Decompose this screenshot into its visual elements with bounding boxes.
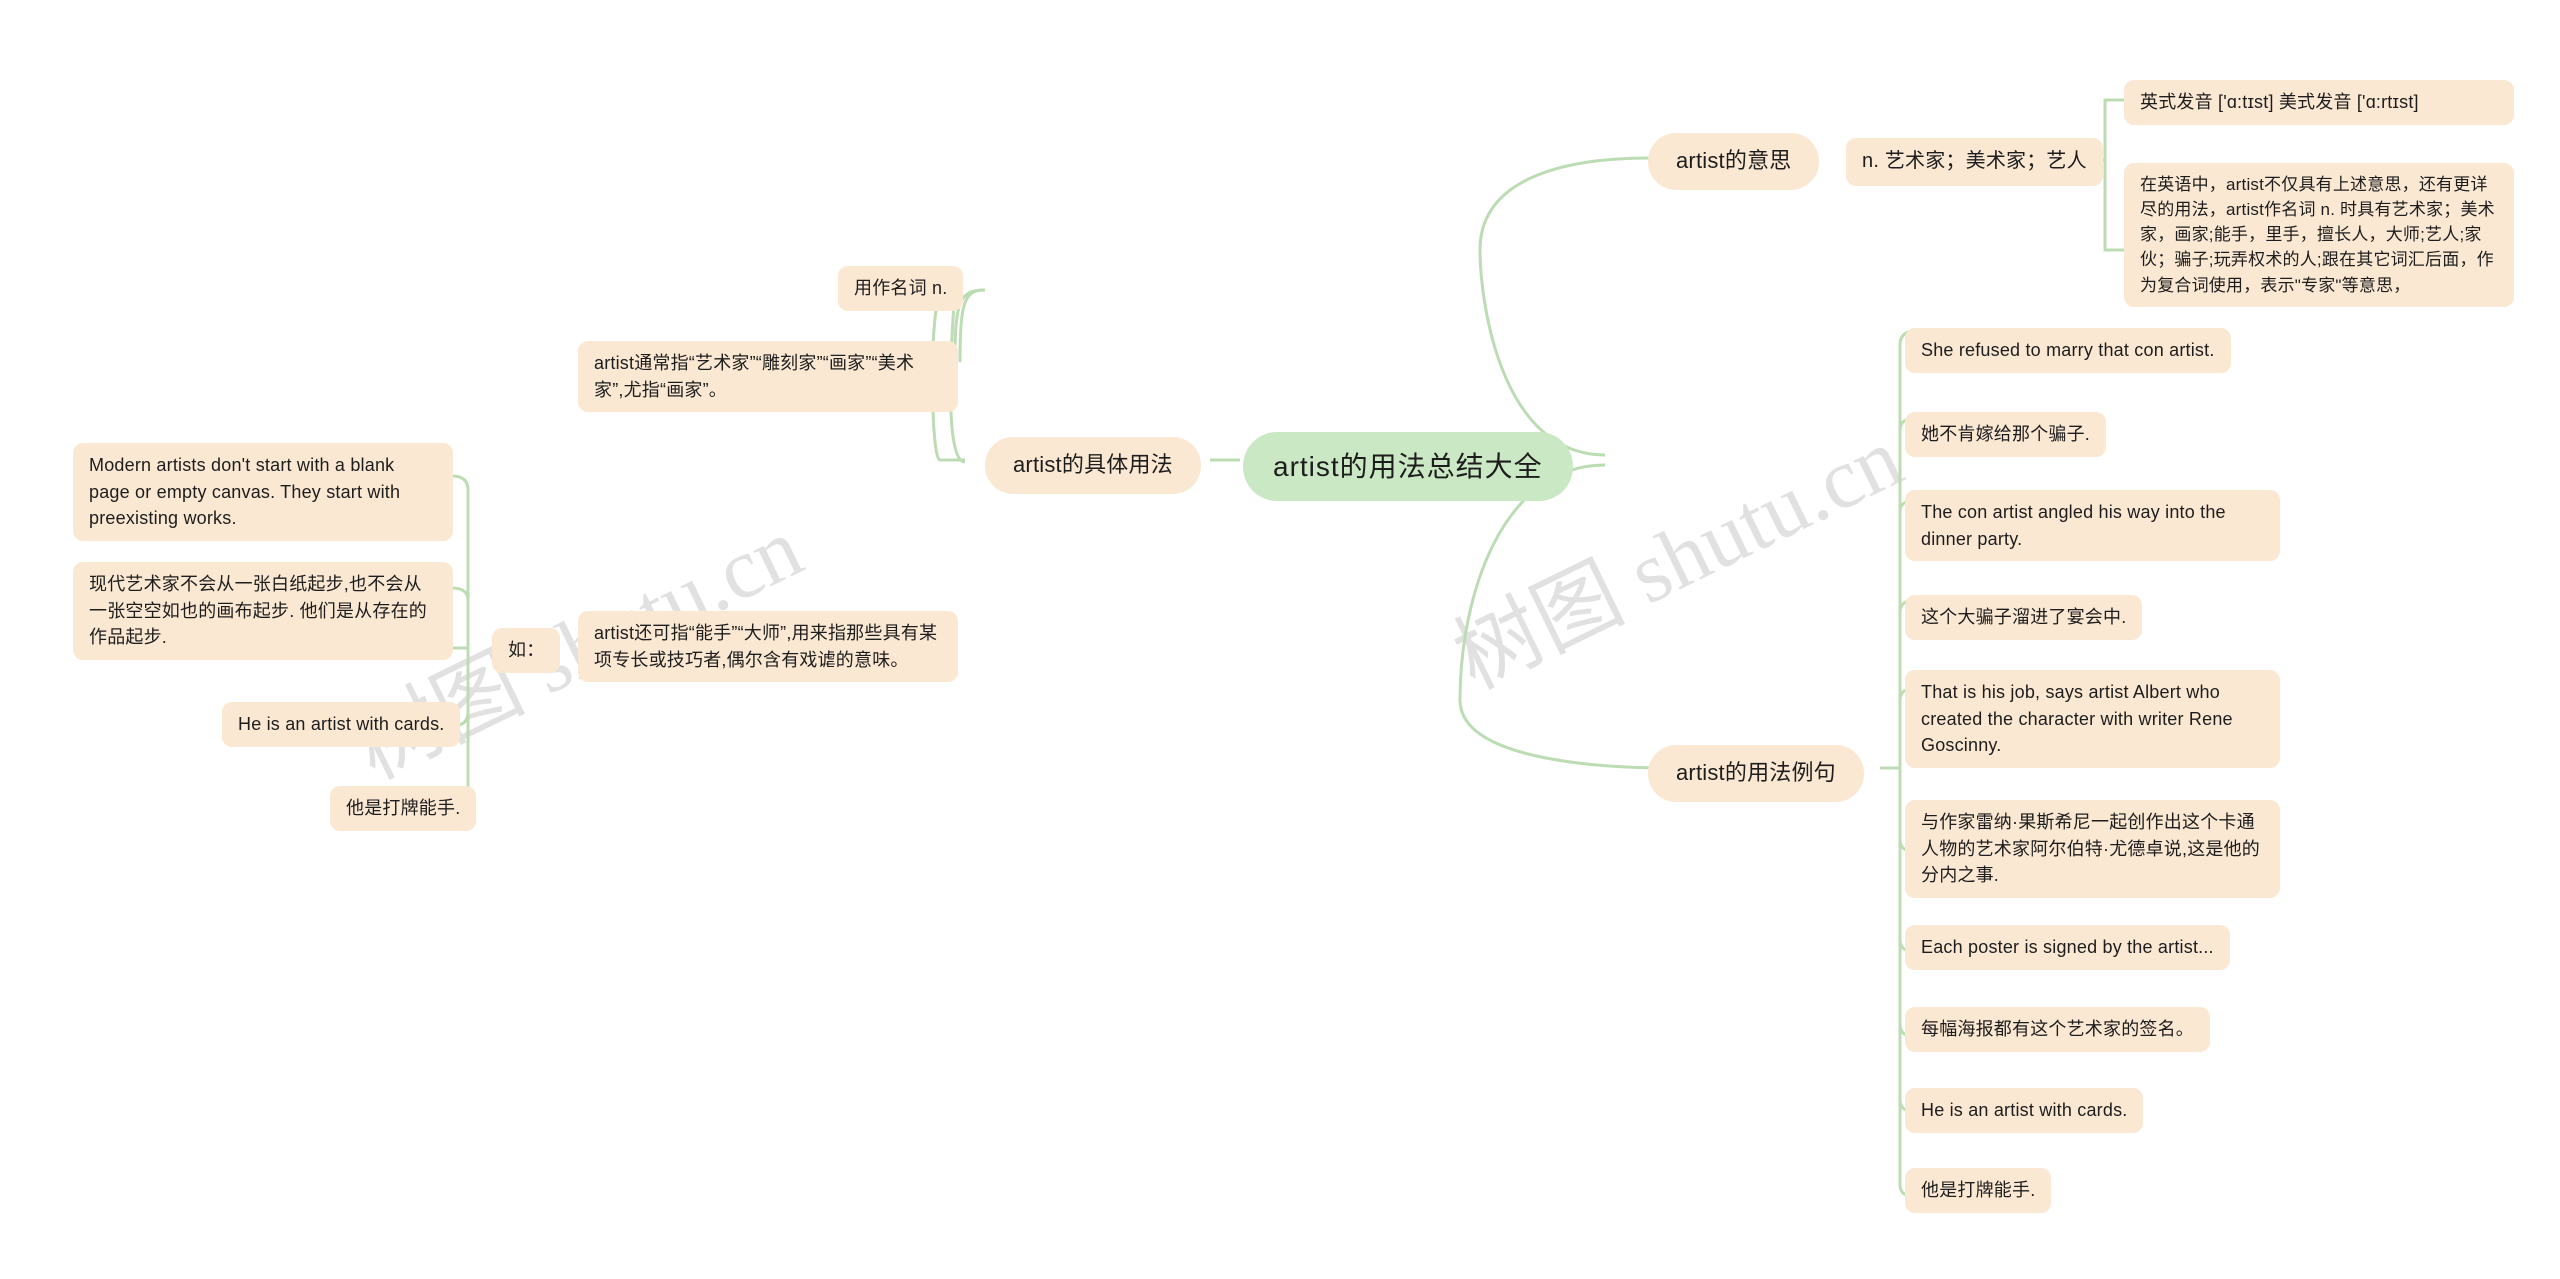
node-example-label[interactable]: 如：: [492, 628, 561, 673]
mindmap-canvas: 树图 shutu.cn 树图 shutu.cn artist的用法总结大全 ar…: [0, 0, 2560, 1279]
node-pronunciation[interactable]: 英式发音 ['ɑ:tɪst] 美式发音 ['ɑ:rtɪst]: [2124, 80, 2514, 125]
branch-node-usage[interactable]: artist的具体用法: [985, 437, 1201, 494]
example-sentence-3-en[interactable]: That is his job, says artist Albert who …: [1905, 670, 2280, 768]
branch-node-meaning[interactable]: artist的意思: [1648, 133, 1820, 190]
example-sentence-2-zh[interactable]: 这个大骗子溜进了宴会中.: [1905, 595, 2143, 640]
node-usage-description-1[interactable]: artist通常指“艺术家”“雕刻家”“画家”“美术家”,尤指“画家”。: [578, 341, 958, 413]
example-sentence-4-zh[interactable]: 每幅海报都有这个艺术家的签名。: [1905, 1007, 2210, 1052]
example-sentence-3-zh[interactable]: 与作家雷纳·果斯希尼一起创作出这个卡通人物的艺术家阿尔伯特·尤德卓说,这是他的分…: [1905, 800, 2280, 898]
root-node[interactable]: artist的用法总结大全: [1243, 432, 1573, 502]
node-noun-definition[interactable]: n. 艺术家；美术家；艺人: [1846, 138, 2103, 186]
node-usage-description-2[interactable]: artist还可指“能手”“大师”,用来指那些具有某项专长或技巧者,偶尔含有戏谑…: [578, 611, 958, 683]
node-modern-artists-zh[interactable]: 现代艺术家不会从一张白纸起步,也不会从一张空空如也的画布起步. 他们是从存在的作…: [73, 562, 453, 660]
node-cards-en-left[interactable]: He is an artist with cards.: [222, 702, 461, 747]
node-cards-zh-left[interactable]: 他是打牌能手.: [330, 786, 477, 831]
node-used-as-noun[interactable]: 用作名词 n.: [838, 266, 964, 311]
branch-node-examples[interactable]: artist的用法例句: [1648, 745, 1864, 802]
example-sentence-1-en[interactable]: She refused to marry that con artist.: [1905, 328, 2231, 373]
example-sentence-4-en[interactable]: Each poster is signed by the artist...: [1905, 925, 2230, 970]
node-modern-artists-en[interactable]: Modern artists don't start with a blank …: [73, 443, 453, 541]
example-sentence-2-en[interactable]: The con artist angled his way into the d…: [1905, 490, 2280, 562]
node-detailed-explanation[interactable]: 在英语中，artist不仅具有上述意思，还有更详尽的用法，artist作名词 n…: [2124, 163, 2514, 307]
example-sentence-5-zh[interactable]: 他是打牌能手.: [1905, 1168, 2052, 1213]
example-sentence-5-en[interactable]: He is an artist with cards.: [1905, 1088, 2144, 1133]
example-sentence-1-zh[interactable]: 她不肯嫁给那个骗子.: [1905, 412, 2106, 457]
